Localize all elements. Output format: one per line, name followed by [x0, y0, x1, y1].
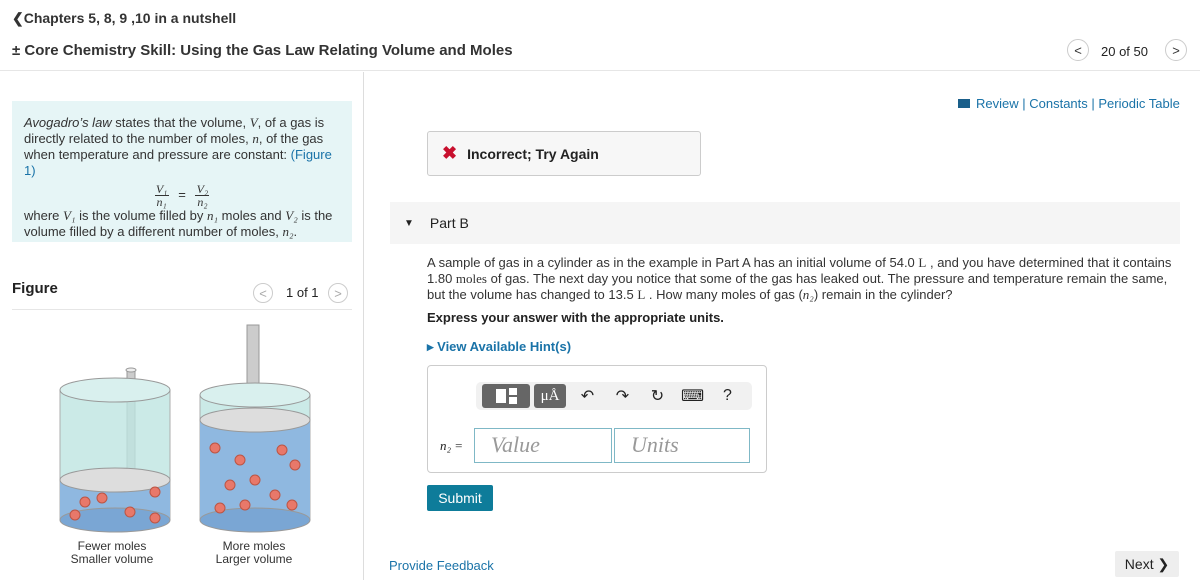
figure-counter: 1 of 1	[286, 285, 319, 300]
header-divider	[0, 70, 1200, 71]
fraction: V₂ n₂	[195, 182, 210, 209]
text: states that the volume,	[111, 115, 250, 130]
periodic-table-link[interactable]: Periodic Table	[1098, 96, 1179, 111]
separator: |	[1087, 96, 1099, 111]
caption-left: Fewer moles Smaller volume	[52, 540, 172, 566]
math: n₂	[282, 224, 294, 239]
previous-item-button[interactable]: <	[1067, 39, 1089, 61]
caption-right: More moles Larger volume	[194, 540, 314, 566]
text: moles and	[218, 208, 286, 223]
back-to-chapter-link[interactable]: ❮Chapters 5, 8, 9 ,10 in a nutshell	[12, 10, 236, 27]
unit: moles	[455, 271, 487, 286]
math: V₁	[155, 182, 168, 196]
math: n₂	[802, 287, 814, 302]
term: Avogadro’s law	[24, 115, 112, 130]
math: V₂	[285, 208, 298, 223]
math: n₁	[156, 195, 167, 209]
equation: V₁ n₁ = V₂ n₂	[24, 183, 340, 208]
math: V	[249, 115, 258, 130]
feedback-message: ✖ Incorrect; Try Again	[427, 131, 701, 176]
book-icon	[958, 99, 970, 108]
collapse-toggle-icon[interactable]: ▼	[404, 218, 414, 229]
math-toolbar: μÅ ↶ ↷ ↻ ⌨ ?	[476, 382, 752, 410]
units-button[interactable]: μÅ	[534, 384, 566, 408]
undo-icon[interactable]: ↶	[570, 386, 605, 406]
page-title: ± Core Chemistry Skill: Using the Gas La…	[12, 42, 513, 59]
question-text: A sample of gas in a cylinder as in the …	[427, 255, 1177, 303]
cylinder-small-volume	[59, 367, 171, 533]
submit-button[interactable]: Submit	[427, 485, 493, 511]
help-icon[interactable]: ?	[710, 387, 745, 405]
reset-icon[interactable]: ↻	[640, 386, 675, 406]
review-link[interactable]: Review	[976, 96, 1019, 111]
caption-line: Smaller volume	[70, 552, 154, 566]
caption-line: Larger volume	[215, 552, 293, 566]
text: .	[293, 224, 298, 239]
panel-divider	[363, 72, 364, 580]
math: n₁	[207, 208, 219, 223]
text: A sample of gas in a cylinder as in the …	[427, 255, 919, 270]
math: n₂	[197, 195, 208, 209]
view-hints-link[interactable]: ▸ View Available Hint(s)	[427, 339, 571, 355]
math: V₁	[63, 208, 76, 223]
text: is the volume filled by	[75, 208, 208, 223]
avogadro-figure	[59, 324, 311, 533]
instructions: Express your answer with the appropriate…	[427, 310, 724, 325]
resources-links: Review | Constants | Periodic Table	[958, 96, 1180, 111]
next-button[interactable]: Next ❯	[1115, 551, 1179, 577]
templates-icon[interactable]	[482, 384, 530, 408]
intro-panel: Avogadro’s law states that the volume, V…	[12, 101, 352, 242]
text: . How many moles of gas (	[645, 287, 803, 302]
figure-heading: Figure	[12, 280, 58, 297]
text: where	[24, 208, 64, 223]
value-input[interactable]: Value	[474, 428, 612, 463]
fraction: V₁ n₁	[154, 182, 169, 209]
part-label: Part B	[429, 215, 469, 231]
units-input[interactable]: Units	[614, 428, 750, 463]
incorrect-icon: ✖	[442, 143, 458, 163]
next-item-button[interactable]: >	[1165, 39, 1187, 61]
keyboard-icon[interactable]: ⌨	[675, 386, 710, 406]
figure-prev-button[interactable]: <	[253, 283, 273, 303]
equals: =	[178, 186, 186, 202]
part-b-header[interactable]: ▼ Part B	[390, 202, 1180, 244]
constants-link[interactable]: Constants	[1029, 96, 1088, 111]
figure-divider	[12, 309, 352, 310]
math: V₂	[196, 182, 209, 196]
cylinder-large-volume	[199, 324, 311, 533]
variable-label: n₂ =	[440, 438, 464, 453]
figure-next-button[interactable]: >	[328, 283, 348, 303]
item-counter: 20 of 50	[1101, 44, 1148, 59]
text: ) remain in the cylinder?	[813, 287, 953, 302]
feedback-text: Incorrect; Try Again	[467, 145, 599, 162]
separator: |	[1018, 96, 1030, 111]
redo-icon[interactable]: ↷	[605, 386, 640, 406]
provide-feedback-link[interactable]: Provide Feedback	[389, 558, 494, 573]
